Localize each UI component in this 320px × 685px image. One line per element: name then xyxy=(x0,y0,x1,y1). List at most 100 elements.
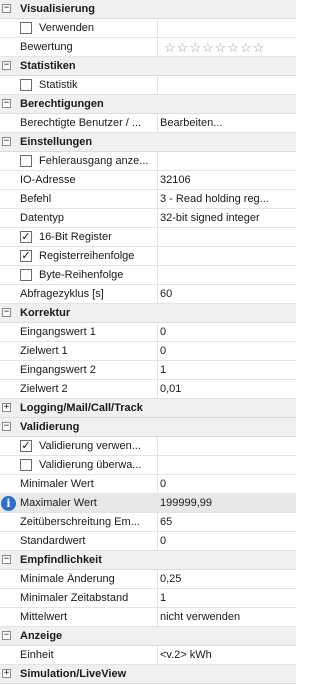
section-visualisierung[interactable]: − Visualisierung xyxy=(0,0,296,19)
checkbox-registerreihenfolge[interactable]: ✓ xyxy=(20,250,32,262)
star-icon[interactable]: ☆ xyxy=(202,40,214,55)
checkbox-validierung-verwenden[interactable]: ✓ xyxy=(20,440,32,452)
value-zeitueberschreitung[interactable]: 65 xyxy=(160,516,294,528)
section-anzeige[interactable]: − Anzeige xyxy=(0,627,296,646)
value-abfragezyklus[interactable]: 60 xyxy=(160,288,294,300)
section-title: Validierung xyxy=(20,421,80,433)
value-eingangswert-2[interactable]: 1 xyxy=(160,364,294,376)
edit-permissions-link[interactable]: Bearbeiten... xyxy=(160,117,294,129)
checkbox-fehlerausgang[interactable] xyxy=(20,155,32,167)
value-zielwert-1[interactable]: 0 xyxy=(160,345,294,357)
row-minimale-aenderung[interactable]: Minimale Änderung 0,25 xyxy=(0,570,296,589)
value-minimaler-zeitabstand[interactable]: 1 xyxy=(160,592,294,604)
star-icon[interactable]: ☆ xyxy=(227,40,239,55)
section-empfindlichkeit[interactable]: − Empfindlichkeit xyxy=(0,551,296,570)
star-icon[interactable]: ☆ xyxy=(164,40,176,55)
row-einheit[interactable]: Einheit <v.2> kWh xyxy=(0,646,296,665)
collapse-icon[interactable]: − xyxy=(2,308,11,317)
section-einstellungen[interactable]: − Einstellungen xyxy=(0,133,296,152)
row-fehlerausgang[interactable]: Fehlerausgang anze... xyxy=(0,152,296,171)
column-divider xyxy=(157,228,158,246)
row-befehl[interactable]: Befehl 3 - Read holding reg... xyxy=(0,190,296,209)
value-io-adresse[interactable]: 32106 xyxy=(160,174,294,186)
section-logging[interactable]: + Logging/Mail/Call/Track xyxy=(0,399,296,418)
row-statistik[interactable]: Statistik xyxy=(0,76,296,95)
star-icon[interactable]: ☆ xyxy=(189,40,201,55)
checkbox-byte-reihenfolge[interactable] xyxy=(20,269,32,281)
star-icon[interactable]: ☆ xyxy=(215,40,227,55)
section-validierung[interactable]: − Validierung xyxy=(0,418,296,437)
row-bewertung[interactable]: Bewertung ☆☆☆☆☆☆☆☆ xyxy=(0,38,296,57)
value-standardwert[interactable]: 0 xyxy=(160,535,294,547)
column-divider xyxy=(157,266,158,284)
collapse-icon[interactable]: − xyxy=(2,99,11,108)
checkbox-verwenden[interactable] xyxy=(20,22,32,34)
row-datentyp[interactable]: Datentyp 32-bit signed integer xyxy=(0,209,296,228)
label-minimaler-wert: Minimaler Wert xyxy=(20,478,94,490)
row-io-adresse[interactable]: IO-Adresse 32106 xyxy=(0,171,296,190)
section-korrektur[interactable]: − Korrektur xyxy=(0,304,296,323)
value-datentyp[interactable]: 32-bit signed integer xyxy=(160,212,294,224)
expand-icon[interactable]: + xyxy=(2,669,11,678)
row-mittelwert[interactable]: Mittelwert nicht verwenden xyxy=(0,608,296,627)
section-title: Logging/Mail/Call/Track xyxy=(20,402,143,414)
section-berechtigungen[interactable]: − Berechtigungen xyxy=(0,95,296,114)
row-eingangswert-1[interactable]: Eingangswert 1 0 xyxy=(0,323,296,342)
section-simulation[interactable]: + Simulation/LiveView xyxy=(0,665,296,684)
collapse-icon[interactable]: − xyxy=(2,422,11,431)
row-registerreihenfolge[interactable]: ✓ Registerreihenfolge xyxy=(0,247,296,266)
column-divider xyxy=(157,152,158,170)
row-zielwert-1[interactable]: Zielwert 1 0 xyxy=(0,342,296,361)
section-title: Empfindlichkeit xyxy=(20,554,102,566)
expand-icon[interactable]: + xyxy=(2,403,11,412)
section-title: Berechtigungen xyxy=(20,98,104,110)
collapse-icon[interactable]: − xyxy=(2,631,11,640)
checkbox-16-bit-register[interactable]: ✓ xyxy=(20,231,32,243)
label-berechtigte-benutzer: Berechtigte Benutzer / ... xyxy=(20,117,142,129)
row-minimaler-wert[interactable]: Minimaler Wert 0 xyxy=(0,475,296,494)
row-eingangswert-2[interactable]: Eingangswert 2 1 xyxy=(0,361,296,380)
star-icon[interactable]: ☆ xyxy=(177,40,189,55)
star-icon[interactable]: ☆ xyxy=(253,40,265,55)
label-bewertung: Bewertung xyxy=(20,41,73,53)
value-minimale-aenderung[interactable]: 0,25 xyxy=(160,573,294,585)
column-divider xyxy=(157,323,158,341)
row-abfragezyklus[interactable]: Abfragezyklus [s] 60 xyxy=(0,285,296,304)
label-fehlerausgang: Fehlerausgang anze... xyxy=(39,155,149,167)
label-zielwert-1: Zielwert 1 xyxy=(20,345,68,357)
star-icon[interactable]: ☆ xyxy=(240,40,252,55)
row-zeitueberschreitung[interactable]: Zeitüberschreitung Em... 65 xyxy=(0,513,296,532)
row-byte-reihenfolge[interactable]: Byte-Reihenfolge xyxy=(0,266,296,285)
collapse-icon[interactable]: − xyxy=(2,61,11,70)
row-zielwert-2[interactable]: Zielwert 2 0,01 xyxy=(0,380,296,399)
value-mittelwert[interactable]: nicht verwenden xyxy=(160,611,294,623)
section-statistiken[interactable]: − Statistiken xyxy=(0,57,296,76)
row-maximaler-wert[interactable]: i Maximaler Wert 199999,99 xyxy=(0,494,296,513)
checkbox-validierung-ueberwachen[interactable] xyxy=(20,459,32,471)
value-zielwert-2[interactable]: 0,01 xyxy=(160,383,294,395)
label-minimaler-zeitabstand: Minimaler Zeitabstand xyxy=(20,592,129,604)
column-divider xyxy=(157,76,158,94)
row-validierung-verwenden[interactable]: ✓ Validierung verwen... xyxy=(0,437,296,456)
column-divider xyxy=(157,285,158,303)
label-16-bit-register: 16-Bit Register xyxy=(39,231,112,243)
row-verwenden[interactable]: Verwenden xyxy=(0,19,296,38)
column-divider xyxy=(157,209,158,227)
value-minimaler-wert[interactable]: 0 xyxy=(160,478,294,490)
collapse-icon[interactable]: − xyxy=(2,137,11,146)
checkbox-statistik[interactable] xyxy=(20,79,32,91)
rating-stars[interactable]: ☆☆☆☆☆☆☆☆ xyxy=(164,40,265,56)
value-einheit[interactable]: <v.2> kWh xyxy=(160,649,294,661)
row-standardwert[interactable]: Standardwert 0 xyxy=(0,532,296,551)
row-berechtigte-benutzer[interactable]: Berechtigte Benutzer / ... Bearbeiten... xyxy=(0,114,296,133)
value-befehl[interactable]: 3 - Read holding reg... xyxy=(160,193,294,205)
collapse-icon[interactable]: − xyxy=(2,4,11,13)
value-eingangswert-1[interactable]: 0 xyxy=(160,326,294,338)
collapse-icon[interactable]: − xyxy=(2,555,11,564)
label-validierung-ueberwachen: Validierung überwa... xyxy=(39,459,142,471)
row-minimaler-zeitabstand[interactable]: Minimaler Zeitabstand 1 xyxy=(0,589,296,608)
row-16-bit-register[interactable]: ✓ 16-Bit Register xyxy=(0,228,296,247)
value-maximaler-wert[interactable]: 199999,99 xyxy=(160,497,294,509)
column-divider xyxy=(157,513,158,531)
row-validierung-ueberwachen[interactable]: Validierung überwa... xyxy=(0,456,296,475)
